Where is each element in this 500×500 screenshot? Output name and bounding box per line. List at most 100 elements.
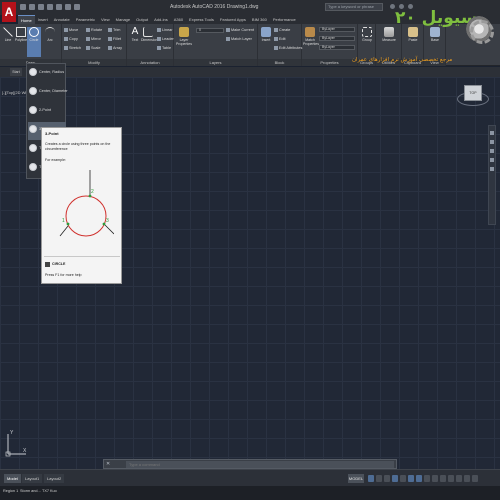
- line-button[interactable]: Line: [1, 27, 15, 42]
- pan-icon[interactable]: [490, 140, 494, 144]
- isodraft-icon[interactable]: [400, 475, 406, 482]
- match-properties-button[interactable]: Match Properties: [303, 27, 319, 46]
- save-icon[interactable]: [38, 4, 44, 10]
- leader-button[interactable]: Leader: [157, 37, 174, 41]
- text-button[interactable]: A Text: [128, 27, 142, 43]
- steering-wheel-icon[interactable]: [490, 131, 494, 135]
- ortho-icon[interactable]: [384, 475, 390, 482]
- polyline-button[interactable]: Polyline: [14, 27, 28, 42]
- help-search-input[interactable]: Type a keyword or phrase: [325, 3, 383, 11]
- trim-button[interactable]: Trim: [108, 28, 120, 32]
- quick-access-toolbar[interactable]: [20, 4, 80, 10]
- edit-block-button[interactable]: Edit: [274, 37, 286, 41]
- base-view-icon: [430, 27, 440, 37]
- showmotion-icon[interactable]: [490, 167, 494, 171]
- scale-button[interactable]: Scale: [86, 46, 101, 50]
- fullscreen-icon[interactable]: [472, 475, 478, 482]
- dimension-button[interactable]: Dimension: [141, 27, 158, 42]
- tab-bim360[interactable]: BIM 360: [249, 15, 270, 24]
- group-button[interactable]: Group: [360, 27, 374, 42]
- watermark-subtitle: مرجع تخصصی آموزش نرم افزارهای عمران: [352, 57, 453, 63]
- dimension-icon: [143, 27, 153, 37]
- tab-a360[interactable]: A360: [171, 15, 186, 24]
- snap-icon[interactable]: [376, 475, 382, 482]
- menu-item-2-point[interactable]: 2-Point: [28, 103, 66, 121]
- lineweight-combo[interactable]: ByLayer: [319, 36, 355, 41]
- tab-manage[interactable]: Manage: [113, 15, 133, 24]
- application-menu-button[interactable]: A: [2, 2, 16, 22]
- selection-cycling-icon[interactable]: [440, 475, 446, 482]
- viewcube-face[interactable]: TOP: [464, 85, 482, 101]
- annotation-panel-title[interactable]: Annotation: [127, 59, 173, 66]
- lineweight-icon[interactable]: [424, 475, 430, 482]
- arc-button[interactable]: Arc: [43, 27, 57, 42]
- move-button[interactable]: Move: [64, 28, 78, 32]
- osnap-tracking-icon[interactable]: [408, 475, 414, 482]
- navigation-bar: [488, 125, 496, 225]
- layer-combo[interactable]: 0: [196, 28, 224, 33]
- linetype-combo[interactable]: ByLayer: [319, 45, 355, 50]
- rotate-button[interactable]: Rotate: [86, 28, 102, 32]
- tab-parametric[interactable]: Parametric: [73, 15, 98, 24]
- close-icon[interactable]: ✕: [106, 461, 110, 467]
- menu-item-center-diameter[interactable]: Center, Diameter: [28, 84, 68, 102]
- tab-home[interactable]: Home: [18, 15, 35, 24]
- undo-icon[interactable]: [65, 4, 71, 10]
- tab-insert[interactable]: Insert: [35, 15, 51, 24]
- print-icon[interactable]: [56, 4, 62, 10]
- make-current-button[interactable]: Make Current: [226, 28, 254, 32]
- modify-panel-title[interactable]: Modify: [62, 59, 126, 66]
- zoom-icon[interactable]: [490, 149, 494, 153]
- tab-addins[interactable]: Add-ins: [151, 15, 171, 24]
- tab-view[interactable]: View: [98, 15, 113, 24]
- tab-model[interactable]: Model: [4, 474, 21, 483]
- open-icon[interactable]: [29, 4, 35, 10]
- new-icon[interactable]: [20, 4, 26, 10]
- transparency-icon[interactable]: [432, 475, 438, 482]
- mirror-button[interactable]: Mirror: [86, 37, 101, 41]
- tab-performance[interactable]: Performance: [270, 15, 299, 24]
- layer-properties-button[interactable]: Layer Properties: [175, 27, 193, 46]
- viewcube[interactable]: TOP: [455, 82, 491, 116]
- properties-panel-title[interactable]: Properties: [302, 59, 357, 66]
- circle-button[interactable]: Circle: [27, 27, 41, 57]
- model-space-button[interactable]: MODEL: [348, 474, 364, 483]
- menu-item-center-radius[interactable]: Center, Radius: [28, 65, 66, 83]
- tab-express-tools[interactable]: Express Tools: [186, 15, 217, 24]
- osnap-icon[interactable]: [416, 475, 422, 482]
- tab-layout2[interactable]: Layout2: [44, 474, 65, 483]
- block-panel-title[interactable]: Block: [258, 59, 301, 66]
- linear-button[interactable]: Linear: [157, 28, 173, 32]
- create-block-button[interactable]: Create: [274, 28, 290, 32]
- stretch-button[interactable]: Stretch: [64, 46, 81, 50]
- table-button[interactable]: Table: [157, 46, 171, 50]
- match-layer-button[interactable]: Match Layer: [226, 37, 252, 41]
- redo-icon[interactable]: [74, 4, 80, 10]
- grid-icon[interactable]: [368, 475, 374, 482]
- array-button[interactable]: Array: [108, 46, 122, 50]
- insert-block-button[interactable]: Insert: [259, 27, 273, 42]
- orbit-icon[interactable]: [490, 158, 494, 162]
- polar-icon[interactable]: [392, 475, 398, 482]
- start-tab[interactable]: Start: [10, 68, 22, 76]
- measure-button[interactable]: Measure: [382, 27, 396, 42]
- tab-featured-apps[interactable]: Featured Apps: [217, 15, 249, 24]
- paste-button[interactable]: Paste: [406, 27, 420, 42]
- fillet-button[interactable]: Fillet: [108, 37, 121, 41]
- workspace-icon[interactable]: [456, 475, 462, 482]
- tab-annotate[interactable]: Annotate: [51, 15, 73, 24]
- taskbar-item-tx7[interactable]: TX7 Kuo: [42, 489, 57, 493]
- edit-attributes-button[interactable]: Edit Attributes: [274, 46, 302, 50]
- taskbar-item-region[interactable]: Region 1: [3, 489, 18, 493]
- copy-button[interactable]: Copy: [64, 37, 78, 41]
- saveas-icon[interactable]: [47, 4, 53, 10]
- base-view-button[interactable]: Base: [428, 27, 442, 42]
- tab-layout1[interactable]: Layout1: [22, 474, 43, 483]
- command-input[interactable]: [126, 461, 394, 468]
- tab-output[interactable]: Output: [133, 15, 151, 24]
- customization-icon[interactable]: [464, 475, 470, 482]
- layers-panel-title[interactable]: Layers: [174, 59, 257, 66]
- taskbar-item-storm[interactable]: Storm and...: [20, 489, 41, 493]
- annotation-scale-icon[interactable]: [448, 475, 454, 482]
- color-combo[interactable]: ByLayer: [319, 27, 355, 32]
